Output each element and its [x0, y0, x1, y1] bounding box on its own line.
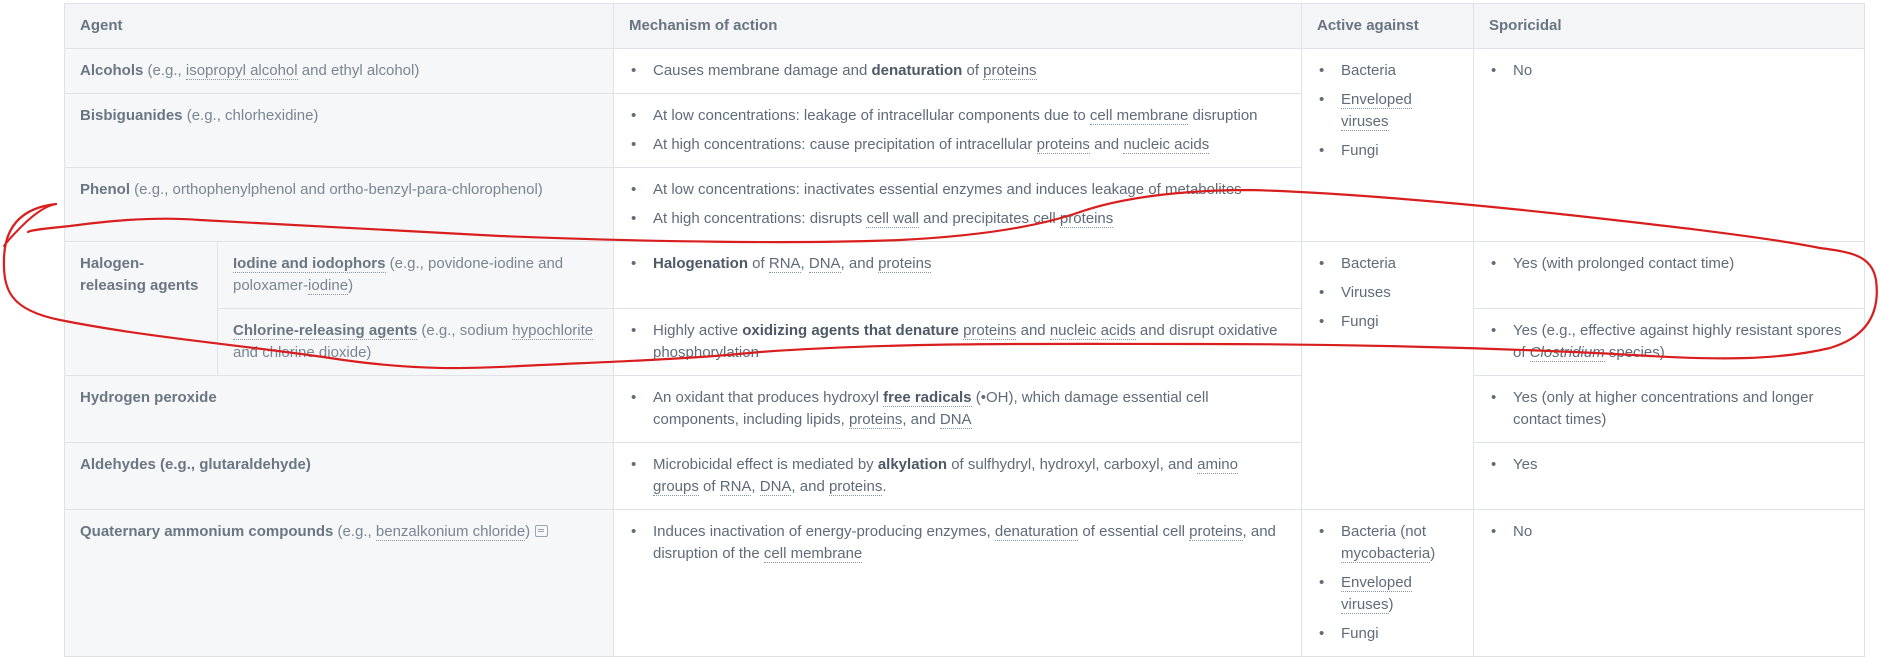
- agent-halogen-releasing: Halogen-releasing agents: [64, 241, 218, 376]
- link-benzalkonium-chloride[interactable]: benzalkonium chloride: [375, 523, 526, 541]
- link-proteins[interactable]: proteins: [1036, 136, 1090, 154]
- list-item: Causes membrane damage and denaturation …: [631, 60, 1286, 82]
- table-row-iodine: Halogen-releasing agents Iodine and iodo…: [64, 241, 1865, 510]
- mechanism-iodine: Halogenation of RNA, DNA, and proteins: [613, 241, 1302, 309]
- mechanism-hydrogen-peroxide: An oxidant that produces hydroxyl free r…: [613, 375, 1302, 443]
- mechanism-aldehydes: Microbicidal effect is mediated by alkyl…: [613, 442, 1302, 510]
- mechanism-phenol: At low concentrations: inactivates essen…: [613, 167, 1302, 242]
- agent-hydrogen-peroxide: Hydrogen peroxide: [64, 375, 614, 443]
- link-proteins[interactable]: proteins: [848, 411, 903, 429]
- link-dna[interactable]: DNA: [759, 478, 792, 496]
- list-item: Enveloped viruses: [1319, 89, 1458, 133]
- sporicidal-hydrogen-peroxide: Yes (only at higher concentrations and l…: [1473, 375, 1865, 443]
- table-header-row: Agent Mechanism of action Active against…: [64, 3, 1865, 49]
- link-free-radicals[interactable]: free radicals: [883, 389, 972, 407]
- table-row-quaternary-ammonium: Quaternary ammonium compounds (e.g., ben…: [64, 509, 1865, 657]
- list-item: Bacteria (not mycobacteria): [1319, 521, 1458, 565]
- list-item: Bacteria: [1319, 60, 1458, 82]
- header-sporicidal: Sporicidal: [1473, 3, 1865, 49]
- list-item: Fungi: [1319, 140, 1458, 162]
- disinfectants-table: Agent Mechanism of action Active against…: [64, 3, 1865, 657]
- list-item: Microbicidal effect is mediated by alkyl…: [631, 454, 1286, 498]
- active-against-quaternary-ammonium: Bacteria (not mycobacteria) Enveloped vi…: [1301, 509, 1474, 657]
- link-nucleic-acids[interactable]: nucleic acids: [1049, 322, 1136, 340]
- sporicidal-group1: No: [1473, 48, 1865, 242]
- list-item: Highly active oxidizing agents that dena…: [631, 320, 1286, 364]
- list-item: Fungi: [1319, 623, 1458, 645]
- list-item: At high concentrations: cause precipitat…: [631, 134, 1286, 156]
- sporicidal-aldehydes: Yes: [1473, 442, 1865, 510]
- link-proteins[interactable]: proteins: [828, 478, 883, 496]
- page: Agent Mechanism of action Active against…: [0, 0, 1881, 657]
- list-item: Yes (only at higher concentrations and l…: [1491, 387, 1849, 431]
- sporicidal-quaternary-ammonium: No: [1473, 509, 1865, 657]
- link-proteins[interactable]: proteins: [983, 62, 1037, 80]
- header-agent: Agent: [64, 3, 614, 49]
- list-item: At low concentrations: leakage of intrac…: [631, 105, 1286, 127]
- link-cell-wall[interactable]: cell wall: [866, 210, 919, 228]
- link-clostridium[interactable]: Clostridium: [1529, 344, 1605, 362]
- list-item: At high concentrations: disrupts cell wa…: [631, 208, 1286, 230]
- sporicidal-iodine: Yes (with prolonged contact time): [1473, 241, 1865, 309]
- link-enveloped-viruses[interactable]: Enveloped viruses: [1341, 91, 1412, 131]
- sporicidal-chlorine: Yes (e.g., effective against highly resi…: [1473, 308, 1865, 376]
- link-rna[interactable]: RNA: [768, 255, 801, 273]
- agent-quaternary-ammonium: Quaternary ammonium compounds (e.g., ben…: [64, 509, 614, 657]
- agent-phenol: Phenol (e.g., orthophenylphenol and orth…: [64, 167, 614, 242]
- link-denaturation[interactable]: denaturation: [994, 523, 1079, 541]
- list-item: No: [1491, 60, 1849, 82]
- link-enveloped-viruses[interactable]: Enveloped viruses: [1341, 574, 1412, 614]
- active-against-group2: Bacteria Viruses Fungi: [1301, 241, 1474, 510]
- link-chlorine-releasing-agents[interactable]: Chlorine-releasing agents: [233, 322, 418, 340]
- link-nucleic-acids[interactable]: nucleic acids: [1123, 136, 1210, 154]
- table-row-alcohols: Alcohols (e.g., isopropyl alcohol and et…: [64, 48, 1865, 242]
- agent-bisbiguanides: Bisbiguanides (e.g., chlorhexidine): [64, 93, 614, 168]
- table-row-aldehydes: Aldehydes (e.g., glutaraldehyde) Microbi…: [64, 442, 1865, 510]
- agent-chlorine: Chlorine-releasing agents (e.g., sodium …: [217, 308, 614, 376]
- link-rna[interactable]: RNA: [719, 478, 752, 496]
- active-against-group1: Bacteria Enveloped viruses Fungi: [1301, 48, 1474, 242]
- list-item: An oxidant that produces hydroxyl free r…: [631, 387, 1286, 431]
- link-cell-membrane[interactable]: cell membrane: [763, 545, 863, 563]
- agent-alcohols: Alcohols (e.g., isopropyl alcohol and et…: [64, 48, 614, 94]
- list-item: Yes (with prolonged contact time): [1491, 253, 1849, 275]
- note-icon[interactable]: [535, 525, 549, 537]
- link-proteins[interactable]: proteins: [1059, 210, 1114, 228]
- link-mycobacteria[interactable]: mycobacteria: [1341, 545, 1431, 563]
- link-iodine-iodophors[interactable]: Iodine and iodophors: [233, 255, 386, 273]
- link-iodine[interactable]: iodine: [308, 277, 349, 295]
- link-dna[interactable]: DNA: [808, 255, 841, 273]
- link-proteins[interactable]: proteins: [878, 255, 932, 273]
- header-active-against: Active against: [1301, 3, 1474, 49]
- list-item: Yes (e.g., effective against highly resi…: [1491, 320, 1849, 364]
- mechanism-bisbiguanides: At low concentrations: leakage of intrac…: [613, 93, 1302, 168]
- link-proteins[interactable]: proteins: [1189, 523, 1243, 541]
- mechanism-alcohols: Causes membrane damage and denaturation …: [613, 48, 1302, 94]
- link-dna[interactable]: DNA: [939, 411, 972, 429]
- table-row-chlorine: Chlorine-releasing agents (e.g., sodium …: [65, 308, 1865, 376]
- link-cell-membrane[interactable]: cell membrane: [1089, 107, 1189, 125]
- list-item: Halogenation of RNA, DNA, and proteins: [631, 253, 1286, 275]
- link-proteins[interactable]: proteins: [963, 322, 1017, 340]
- list-item: Viruses: [1319, 282, 1458, 304]
- table-row-hydrogen-peroxide: Hydrogen peroxide An oxidant that produc…: [64, 375, 1865, 443]
- agent-iodine: Iodine and iodophors (e.g., povidone-iod…: [217, 241, 614, 309]
- list-item: Enveloped viruses): [1319, 572, 1458, 616]
- mechanism-quaternary-ammonium: Induces inactivation of energy-producing…: [613, 509, 1302, 657]
- link-isopropyl-alcohol[interactable]: isopropyl alcohol: [185, 62, 298, 80]
- agent-aldehydes: Aldehydes (e.g., glutaraldehyde): [64, 442, 614, 510]
- header-mechanism: Mechanism of action: [613, 3, 1302, 49]
- mechanism-chlorine: Highly active oxidizing agents that dena…: [613, 308, 1302, 376]
- list-item: No: [1491, 521, 1849, 543]
- hand-drawn-tail: [3, 203, 57, 247]
- link-hypochlorite[interactable]: hypochlorite: [512, 322, 594, 340]
- list-item: Yes: [1491, 454, 1849, 476]
- list-item: Bacteria: [1319, 253, 1458, 275]
- list-item: At low concentrations: inactivates essen…: [631, 179, 1286, 201]
- list-item: Induces inactivation of energy-producing…: [631, 521, 1286, 565]
- list-item: Fungi: [1319, 311, 1458, 333]
